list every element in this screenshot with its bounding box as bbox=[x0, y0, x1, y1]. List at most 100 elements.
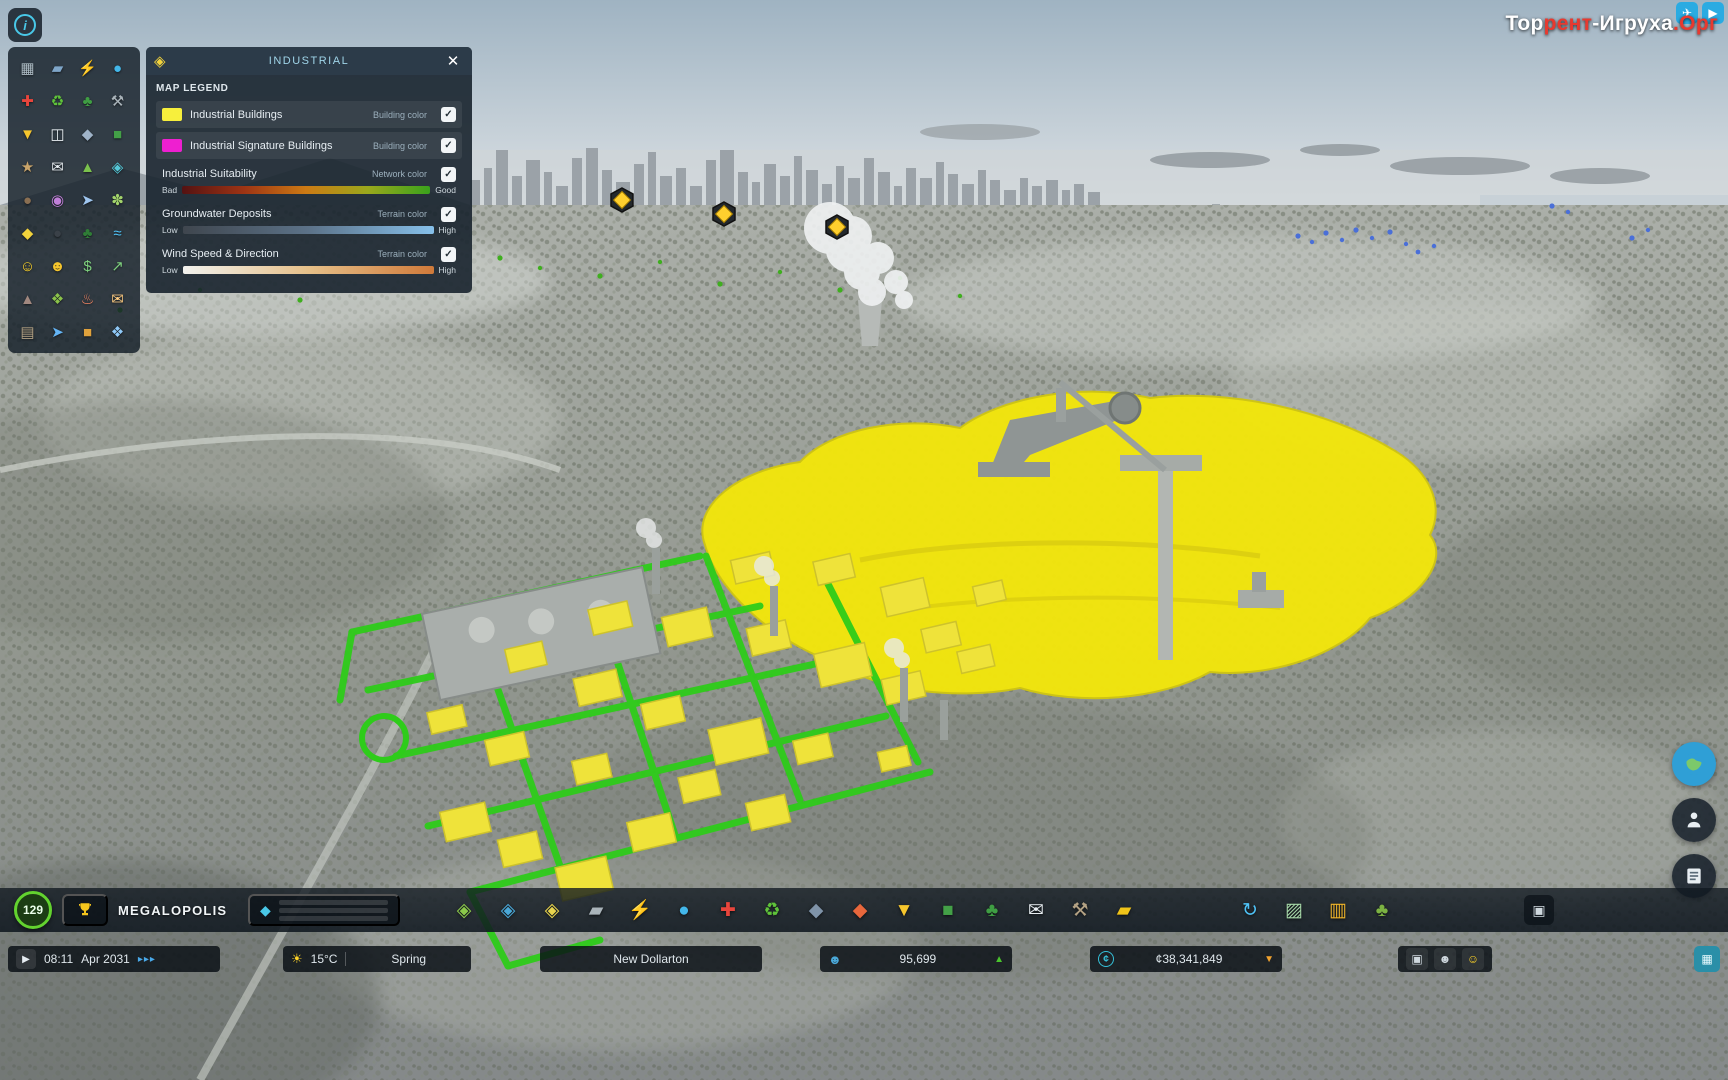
checkbox[interactable]: ✓ bbox=[441, 107, 456, 122]
infoview-routes[interactable]: ➤ bbox=[43, 316, 72, 348]
citizens-button[interactable] bbox=[1672, 798, 1716, 842]
info-icon: i bbox=[14, 14, 36, 36]
infoview-pollution[interactable]: ● bbox=[13, 184, 42, 216]
legend-item-label: Industrial Buildings bbox=[190, 109, 365, 121]
map-marker[interactable] bbox=[611, 188, 633, 212]
infoview-noise[interactable]: ◉ bbox=[43, 184, 72, 216]
tool-landscaping[interactable]: ⚒ bbox=[1062, 892, 1098, 928]
infoview-water[interactable]: ● bbox=[103, 52, 132, 84]
infoview-lorries[interactable]: ■ bbox=[73, 316, 102, 348]
game-screen: ✈ ▶ Торрент-Игруха.Орг i ▦ ▰ ⚡ ● ✚ ♻ ♣ ⚒ bbox=[0, 0, 1728, 1080]
infoview-oil[interactable]: ● bbox=[43, 217, 72, 249]
infoview-garbage[interactable]: ♻ bbox=[43, 85, 72, 117]
tool-parks-recreation[interactable]: ♣ bbox=[974, 892, 1010, 928]
map-marker[interactable] bbox=[713, 202, 735, 226]
money-segment[interactable]: ¢ ¢38,341,849 ▼ bbox=[1090, 946, 1282, 972]
tool-education[interactable]: ◆ bbox=[798, 892, 834, 928]
infoview-forest[interactable]: ♣ bbox=[73, 217, 102, 249]
info-views-button[interactable]: i bbox=[8, 8, 42, 42]
infoview-mail[interactable]: ✉ bbox=[103, 283, 132, 315]
checkbox[interactable]: ✓ bbox=[441, 167, 456, 182]
tool-communications[interactable]: ✉ bbox=[1018, 892, 1054, 928]
district-segment[interactable]: New Dollarton bbox=[540, 946, 762, 972]
tool-water[interactable]: ● bbox=[666, 892, 702, 928]
infoview-communications[interactable]: ✉ bbox=[43, 151, 72, 183]
close-icon[interactable]: ✕ bbox=[442, 50, 464, 72]
tool-areas[interactable]: ◈ bbox=[534, 892, 570, 928]
xp-progress-button[interactable]: ◆ bbox=[248, 894, 400, 926]
infoview-fertility[interactable]: ✽ bbox=[103, 184, 132, 216]
legend-item-label: Groundwater Deposits bbox=[162, 208, 369, 220]
tool-zoning[interactable]: ◈ bbox=[446, 892, 482, 928]
tool-police[interactable]: ▼ bbox=[886, 892, 922, 928]
speed-control[interactable]: ▸▸▸ bbox=[138, 954, 156, 965]
infoview-wildlife[interactable]: ❖ bbox=[43, 283, 72, 315]
infoview-electricity[interactable]: ⚡ bbox=[73, 52, 102, 84]
milestone-level-badge[interactable]: 129 bbox=[14, 891, 52, 929]
infoview-wind[interactable]: ➤ bbox=[73, 184, 102, 216]
infoview-roads[interactable]: ▰ bbox=[43, 52, 72, 84]
infoview-administration[interactable]: ◫ bbox=[43, 118, 72, 150]
infoview-maintenance[interactable]: ⚒ bbox=[103, 85, 132, 117]
tool-garbage[interactable]: ♻ bbox=[754, 892, 790, 928]
infoview-tourism[interactable]: ★ bbox=[13, 151, 42, 183]
legend-item-industrial-buildings[interactable]: Industrial Buildings Building color ✓ bbox=[156, 101, 462, 128]
watermark-part: -Игруха bbox=[1592, 12, 1673, 35]
tool-map-tiles[interactable]: ▨ bbox=[1276, 892, 1312, 928]
map-legend-label: MAP LEGEND bbox=[156, 83, 462, 94]
infoview-education[interactable]: ◆ bbox=[73, 118, 102, 150]
infoview-terrain-height[interactable]: ▤ bbox=[13, 316, 42, 348]
infoview-landscaping[interactable]: ▲ bbox=[73, 151, 102, 183]
tool-bulldozer[interactable]: ▰ bbox=[1106, 892, 1142, 928]
tool-healthcare[interactable]: ✚ bbox=[710, 892, 746, 928]
legend-item-type: Network color bbox=[372, 169, 427, 179]
infoview-progression[interactable]: ▦ bbox=[13, 52, 42, 84]
legend-item-type: Building color bbox=[373, 141, 427, 151]
legend-item-industrial-suitability[interactable]: Industrial Suitability Network color ✓ B… bbox=[156, 163, 462, 199]
infoview-healthcare[interactable]: ✚ bbox=[13, 85, 42, 117]
weather-segment[interactable]: ☀ 15°C Spring bbox=[283, 946, 471, 972]
followers-button[interactable]: ☻ bbox=[1434, 948, 1456, 970]
tool-economy[interactable]: ↻ bbox=[1232, 892, 1268, 928]
tool-fire-rescue[interactable]: ◆ bbox=[842, 892, 878, 928]
tool-roads[interactable]: ▰ bbox=[578, 892, 614, 928]
legend-item-industrial-signature-buildings[interactable]: Industrial Signature Buildings Building … bbox=[156, 132, 462, 159]
infoview-heating[interactable]: ♨ bbox=[73, 283, 102, 315]
watermark-part: .Орг bbox=[1673, 12, 1718, 35]
legend-item-groundwater-deposits[interactable]: Groundwater Deposits Terrain color ✓ Low… bbox=[156, 203, 462, 239]
industrial-legend-panel: ◈ INDUSTRIAL ✕ MAP LEGEND Industrial Bui… bbox=[146, 47, 472, 293]
checkbox[interactable]: ✓ bbox=[441, 138, 456, 153]
photo-mode-button[interactable]: ▣ bbox=[1406, 948, 1428, 970]
money-amount: ¢38,341,849 bbox=[1122, 952, 1256, 966]
tool-electricity[interactable]: ⚡ bbox=[622, 892, 658, 928]
infoview-population[interactable]: ☻ bbox=[43, 250, 72, 282]
tool-statistics[interactable]: ▥ bbox=[1320, 892, 1356, 928]
population-segment[interactable]: ☻ 95,699 ▲ bbox=[820, 946, 1012, 972]
tool-signature-buildings[interactable]: ◈ bbox=[490, 892, 526, 928]
achievements-button[interactable] bbox=[62, 894, 108, 926]
map-button[interactable] bbox=[1672, 742, 1716, 786]
map-marker[interactable] bbox=[826, 215, 848, 239]
legend-item-label: Industrial Signature Buildings bbox=[190, 140, 365, 152]
infoview-birds[interactable]: ❖ bbox=[103, 316, 132, 348]
tool-nature[interactable]: ♣ bbox=[1364, 892, 1400, 928]
legend-item-wind-speed-direction[interactable]: Wind Speed & Direction Terrain color ✓ L… bbox=[156, 243, 462, 279]
infoview-growth[interactable]: ↗ bbox=[103, 250, 132, 282]
infoview-terrain[interactable]: ▲ bbox=[13, 283, 42, 315]
infoview-police[interactable]: ▼ bbox=[13, 118, 42, 150]
infoview-parks[interactable]: ♣ bbox=[73, 85, 102, 117]
corner-widget-button[interactable]: ▦ bbox=[1694, 946, 1720, 972]
budget-dropdown-icon[interactable]: ▼ bbox=[1264, 954, 1274, 965]
infoview-transportation[interactable]: ■ bbox=[103, 118, 132, 150]
infoview-finance[interactable]: $ bbox=[73, 250, 102, 282]
checkbox[interactable]: ✓ bbox=[441, 247, 456, 262]
checkbox[interactable]: ✓ bbox=[441, 207, 456, 222]
infoview-groundwater[interactable]: ≈ bbox=[103, 217, 132, 249]
infoview-ore[interactable]: ◆ bbox=[13, 217, 42, 249]
toolbar-options-button[interactable]: ▣ bbox=[1524, 895, 1554, 925]
tool-transportation[interactable]: ■ bbox=[930, 892, 966, 928]
play-button[interactable]: ▶ bbox=[16, 949, 36, 969]
happiness-button[interactable]: ☺ bbox=[1462, 948, 1484, 970]
infoview-land-value[interactable]: ◈ bbox=[103, 151, 132, 183]
infoview-happiness[interactable]: ☺ bbox=[13, 250, 42, 282]
